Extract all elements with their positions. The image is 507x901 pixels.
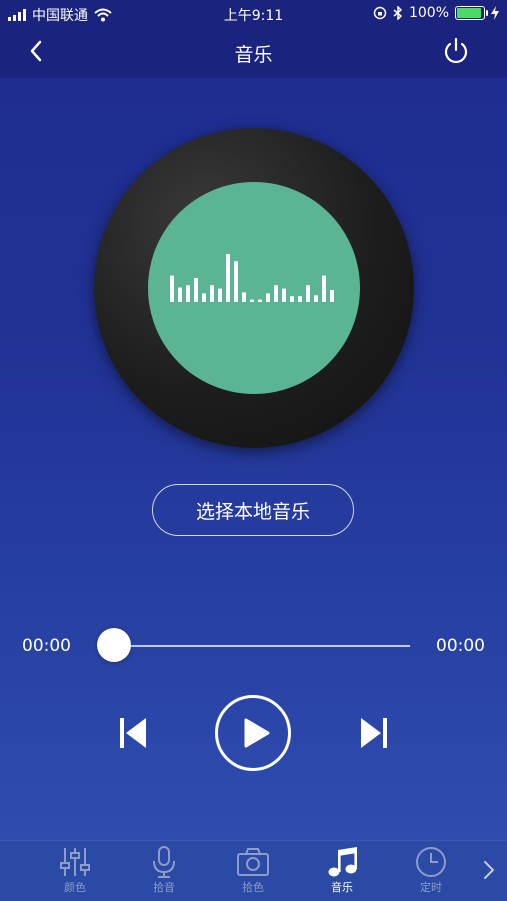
play-button[interactable] <box>215 695 291 771</box>
equalizer-bar <box>210 285 214 302</box>
record-label <box>148 182 360 394</box>
equalizer-bar <box>178 287 182 302</box>
tab-sound-pickup[interactable]: 拾音 <box>129 845 199 901</box>
equalizer-bar <box>242 292 246 302</box>
microphone-icon <box>153 846 175 878</box>
progress-thumb[interactable] <box>97 628 131 662</box>
tab-color-pickup[interactable]: 拾色 <box>218 845 288 901</box>
equalizer-bar <box>258 299 262 302</box>
equalizer-bar <box>202 293 206 302</box>
tab-label: 拾色 <box>242 881 264 894</box>
equalizer-bar <box>322 275 326 302</box>
select-local-music-button[interactable]: 选择本地音乐 <box>152 484 354 536</box>
equalizer-bar <box>274 285 278 302</box>
tab-label: 颜色 <box>64 881 86 894</box>
equalizer-bar <box>234 261 238 302</box>
previous-track-icon[interactable] <box>116 713 150 753</box>
battery-percent: 100% <box>408 5 449 21</box>
equalizer-bar <box>282 288 286 302</box>
equalizer-bar <box>290 296 294 302</box>
equalizer-bar <box>226 254 230 302</box>
tab-music[interactable]: 音乐 <box>307 845 377 901</box>
music-note-icon <box>328 847 357 877</box>
equalizer-bar <box>306 285 310 302</box>
bluetooth-icon <box>393 6 403 20</box>
equalizer-bar <box>266 293 270 302</box>
equalizer-bar <box>330 290 334 302</box>
chevron-right-icon[interactable] <box>481 858 497 882</box>
equalizer-bar <box>218 288 222 302</box>
equalizer-bar <box>250 299 254 302</box>
equalizer-bar <box>298 296 302 302</box>
power-icon[interactable] <box>441 36 471 66</box>
tab-label: 拾音 <box>153 881 175 894</box>
nav-bar: 音乐 <box>0 28 507 78</box>
equalizer-bar <box>186 285 190 302</box>
tab-label: 音乐 <box>331 881 353 894</box>
tab-bar: 颜色 拾音 拾色 音乐 定时 <box>0 840 507 901</box>
equalizer-bar <box>314 295 318 302</box>
play-icon <box>244 718 270 748</box>
progress-track[interactable] <box>114 645 410 647</box>
battery-icon <box>455 6 488 20</box>
equalizer-bar <box>194 278 198 302</box>
tab-label: 定时 <box>420 881 442 894</box>
next-track-icon[interactable] <box>357 713 391 753</box>
tab-color[interactable]: 颜色 <box>40 845 110 901</box>
equalizer-visualizer <box>170 254 334 302</box>
top-bar: 中国联通 上午9:11 100% 音乐 <box>0 0 507 78</box>
charging-icon <box>491 6 499 20</box>
vinyl-record <box>94 128 414 448</box>
orientation-lock-icon <box>373 6 387 20</box>
equalizer-bar <box>170 275 174 302</box>
page-title: 音乐 <box>234 44 273 66</box>
clock-icon <box>416 847 446 877</box>
total-time: 00:00 <box>436 636 485 656</box>
sliders-icon <box>60 848 90 876</box>
tab-timer[interactable]: 定时 <box>396 845 466 901</box>
camera-icon <box>237 848 269 876</box>
elapsed-time: 00:00 <box>22 636 71 656</box>
status-bar: 中国联通 上午9:11 100% <box>0 0 507 28</box>
